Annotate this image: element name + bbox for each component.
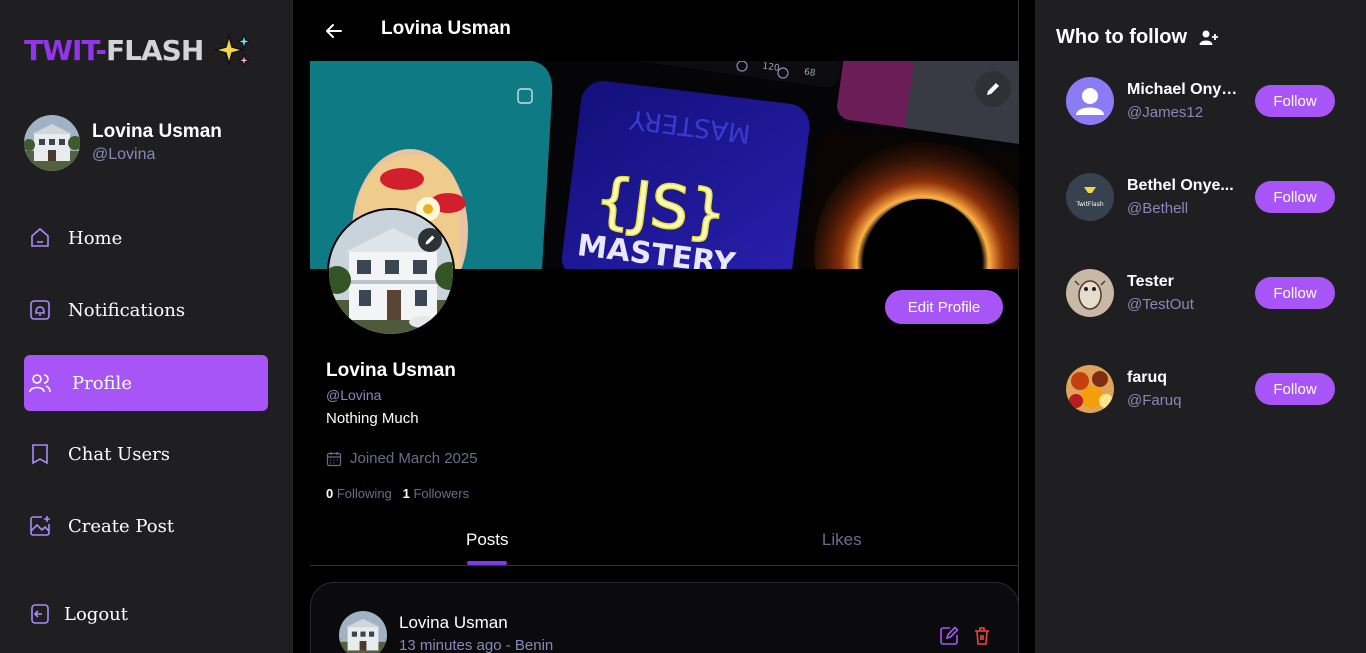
active-tab-indicator [467, 561, 508, 565]
followers-label[interactable]: Followers [413, 486, 469, 501]
suggestion-handle: @Bethell [1127, 200, 1189, 217]
calendar-icon [326, 451, 342, 466]
sidebar-item-home[interactable]: Home [24, 210, 268, 266]
following-label[interactable]: Following [337, 486, 392, 501]
tab-likes[interactable]: Likes [665, 520, 1020, 565]
follow-stats: 0 Following 1 Followers [326, 486, 469, 501]
followers-count: 1 [402, 486, 410, 501]
follow-button[interactable]: Follow [1255, 373, 1335, 405]
avatar [1066, 365, 1114, 413]
edit-avatar-button[interactable] [418, 228, 442, 252]
sidebar-item-label: Create Post [68, 515, 175, 537]
edit-profile-button[interactable]: Edit Profile [885, 290, 1003, 324]
sidebar-item-label: Profile [72, 372, 132, 394]
current-user-handle: @Lovina [92, 146, 156, 163]
edit-post-icon[interactable] [938, 625, 960, 647]
profile-icon [29, 374, 51, 393]
suggestion-item[interactable]: Michael Onye... @James12 Follow [1066, 77, 1336, 127]
logo-text: TWIT-FLASH [24, 34, 204, 67]
current-user-name: Lovina Usman [92, 121, 222, 142]
profile-avatar [327, 208, 455, 336]
svg-text:TwitFlash: TwitFlash [1075, 201, 1104, 208]
app-logo[interactable]: TWIT-FLASH [24, 32, 253, 70]
trash-icon[interactable] [971, 625, 993, 647]
suggestion-name: Michael Onye... [1127, 81, 1239, 98]
create-post-icon [30, 516, 50, 536]
suggestion-name: faruq [1127, 369, 1167, 386]
suggestion-item[interactable]: TwitFlash Bethel Onye... @Bethell Follow [1066, 173, 1336, 223]
sidebar-item-label: Notifications [68, 299, 186, 321]
suggestion-handle: @Faruq [1127, 392, 1182, 409]
following-count: 0 [326, 486, 334, 501]
profile-header: Lovina Usman [293, 0, 1018, 60]
suggestion-item[interactable]: Tester @TestOut Follow [1066, 269, 1336, 319]
post-card[interactable]: Lovina Usman 13 minutes ago - Benin [310, 582, 1019, 653]
sidebar-item-notifications[interactable]: Notifications [24, 282, 268, 338]
avatar [1066, 77, 1114, 125]
add-user-icon [1199, 30, 1219, 45]
sidebar-item-chat-users[interactable]: Chat Users [24, 426, 268, 482]
post-meta: 13 minutes ago - Benin [399, 637, 554, 653]
avatar [339, 611, 387, 653]
profile-tabs: Posts Likes [310, 520, 1019, 566]
avatar [24, 115, 80, 171]
profile-joined: Joined March 2025 [326, 450, 478, 467]
avatar: TwitFlash [1066, 173, 1114, 221]
sidebar-item-create-post[interactable]: Create Post [24, 498, 268, 554]
follow-button[interactable]: Follow [1255, 181, 1335, 213]
edit-cover-button[interactable] [975, 71, 1011, 107]
joined-date: Joined March 2025 [350, 450, 478, 467]
follow-button[interactable]: Follow [1255, 277, 1335, 309]
logout-label: Logout [64, 603, 128, 625]
back-arrow-icon[interactable] [323, 20, 345, 42]
sidebar-item-label: Chat Users [68, 443, 170, 465]
tab-posts[interactable]: Posts [310, 520, 665, 565]
profile-name: Lovina Usman [326, 360, 456, 381]
page-title: Lovina Usman [381, 18, 511, 39]
left-sidebar: TWIT-FLASH Lovina Usman @Lovina Home Not… [0, 0, 292, 653]
current-user-card[interactable]: Lovina Usman @Lovina [24, 115, 222, 171]
profile-bio: Nothing Much [326, 410, 419, 427]
sidebar-item-profile[interactable]: Profile [24, 355, 268, 411]
suggestion-handle: @TestOut [1127, 296, 1194, 313]
chat-icon [32, 444, 48, 465]
notifications-icon [30, 300, 50, 320]
who-to-follow-panel: Who to follow Michael Onye... @James12 F… [1035, 0, 1366, 653]
who-to-follow-heading: Who to follow [1056, 26, 1219, 49]
sidebar-item-label: Home [68, 227, 123, 249]
suggestion-name: Tester [1127, 273, 1174, 290]
follow-button[interactable]: Follow [1255, 85, 1335, 117]
suggestion-item[interactable]: faruq @Faruq Follow [1066, 365, 1336, 415]
suggestion-handle: @James12 [1127, 104, 1204, 121]
profile-handle: @Lovina [326, 387, 382, 403]
avatar [1066, 269, 1114, 317]
sparkles-icon [213, 33, 252, 68]
pencil-icon [987, 83, 999, 95]
post-author[interactable]: Lovina Usman [399, 613, 508, 633]
suggestion-name: Bethel Onye... [1127, 177, 1234, 194]
home-icon [31, 227, 49, 247]
profile-main: Lovina Usman MASTERY {JS} MASTERY 120 68… [292, 0, 1019, 653]
svg-text:68: 68 [803, 67, 816, 79]
logout-icon [31, 604, 49, 624]
logout-button[interactable]: Logout [24, 586, 268, 642]
pencil-icon [425, 235, 435, 245]
